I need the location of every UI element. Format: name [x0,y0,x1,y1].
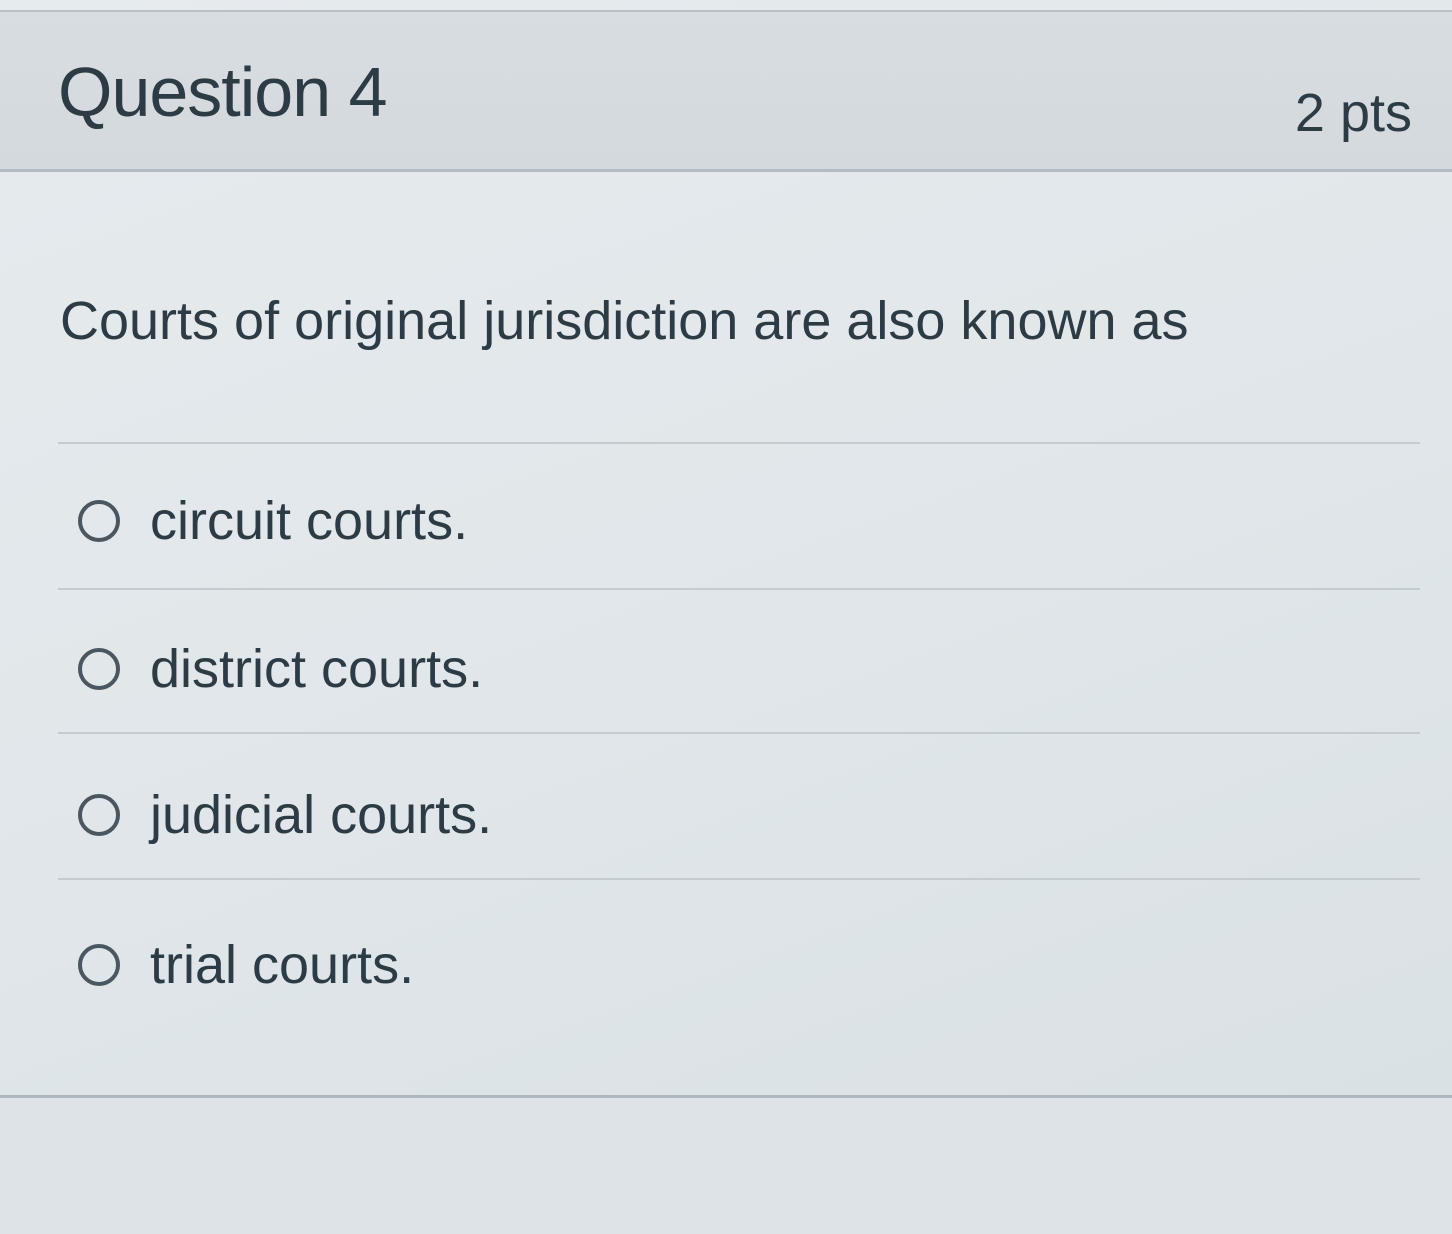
answer-option-trial-courts[interactable]: trial courts. [78,930,414,1000]
answer-option-judicial-courts[interactable]: judicial courts. [78,780,492,850]
answer-divider [58,588,1420,590]
question-text: Courts of original jurisdiction are also… [60,291,1189,351]
answer-option-district-courts[interactable]: district courts. [78,634,483,704]
question-header: Question 4 2 pts [0,12,1452,172]
answer-label: district courts. [150,639,484,699]
answer-label: circuit courts. [150,491,469,551]
radio-button[interactable] [78,944,120,986]
answer-divider [58,442,1420,444]
question-title: Question 4 [58,53,388,131]
answer-label: judicial courts. [150,785,493,845]
question-points: 2 pts [1294,83,1412,143]
radio-button[interactable] [78,648,120,690]
below-question-area [0,1098,1452,1234]
answer-option-circuit-courts[interactable]: circuit courts. [78,486,468,556]
radio-button[interactable] [78,500,120,542]
radio-button[interactable] [78,794,120,836]
answer-label: trial courts. [150,935,415,995]
answer-divider [58,732,1420,734]
quiz-page: Question 4 2 pts Courts of original juri… [0,0,1452,1234]
answer-divider [58,878,1420,880]
